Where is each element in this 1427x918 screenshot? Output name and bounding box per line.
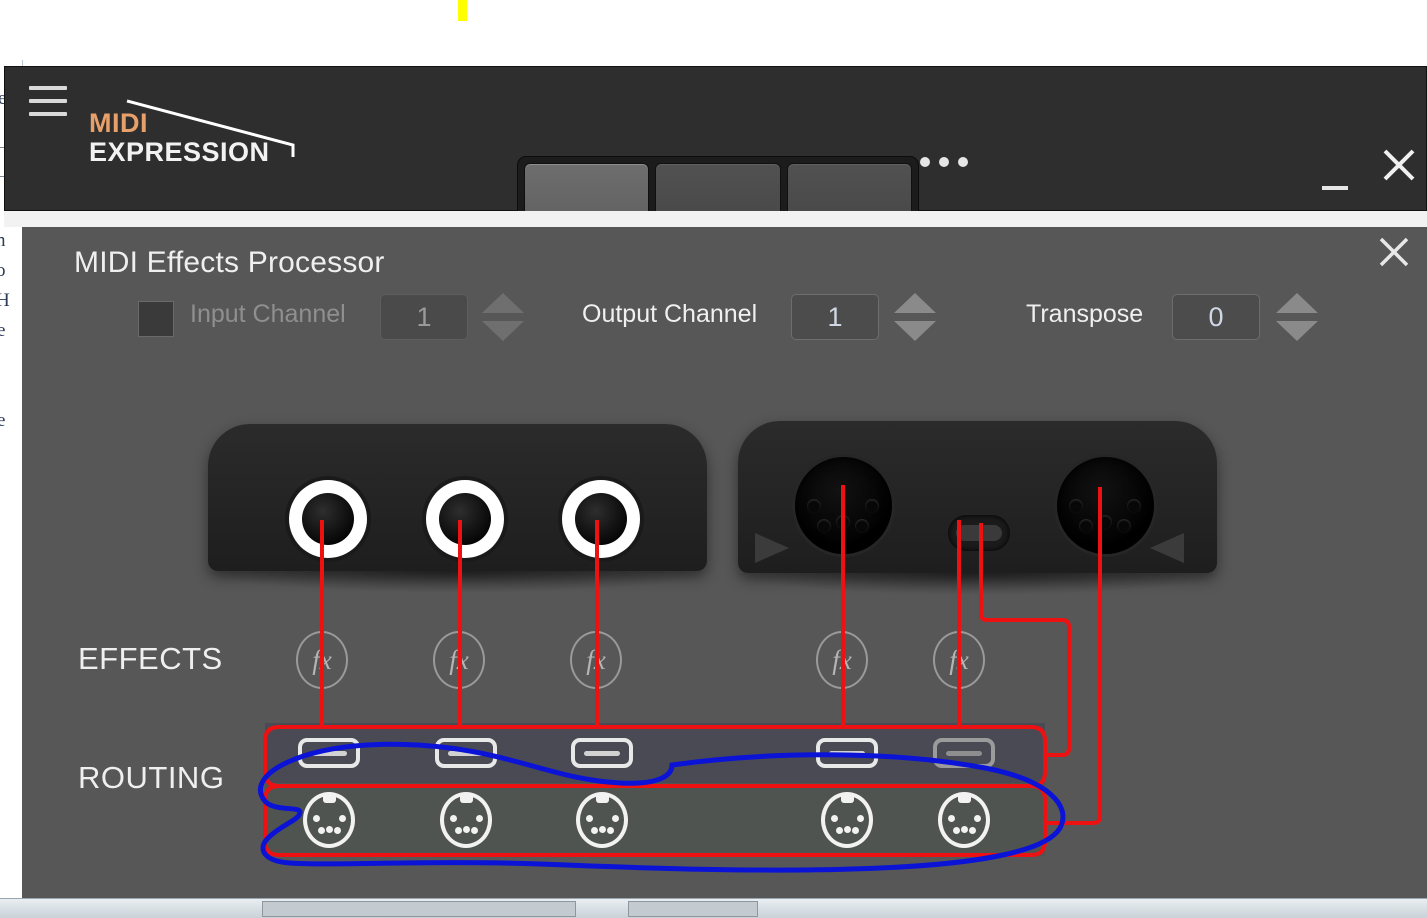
routing-usb-5[interactable] (933, 738, 995, 768)
input-channel-label: Input Channel (190, 300, 346, 328)
output-channel-stepper[interactable] (894, 293, 938, 341)
input-channel-stepper[interactable] (482, 293, 526, 341)
bg-fragment: o (0, 260, 6, 281)
effects-row-label: EFFECTS (78, 641, 223, 676)
input-channel-value[interactable]: 1 (380, 294, 468, 340)
trs-port-1[interactable] (289, 480, 367, 558)
trs-jack-device (200, 418, 715, 593)
app-logo: MIDI EXPRESSION (89, 99, 299, 179)
output-channel-label: Output Channel (582, 300, 758, 328)
fx-button-1[interactable]: fx (296, 631, 348, 689)
routing-usb-4[interactable] (816, 738, 878, 768)
routing-din-3[interactable] (576, 792, 628, 848)
bg-fragment: n (0, 230, 6, 251)
bg-fragment: e (0, 320, 6, 341)
logo-swoosh-icon (126, 99, 295, 157)
trs-port-2[interactable] (426, 480, 504, 558)
transpose-value[interactable]: 0 (1172, 294, 1260, 340)
routing-din-4[interactable] (821, 792, 873, 848)
device-shadow (200, 571, 715, 593)
routing-din-row (265, 783, 1045, 856)
ellipsis-icon[interactable] (920, 154, 972, 170)
trs-port-3[interactable] (562, 480, 640, 558)
routing-din-2[interactable] (440, 792, 492, 848)
din-out-arrow-icon (1150, 533, 1184, 563)
usb-c-port[interactable] (948, 515, 1010, 551)
panel-close-x-glyph (1379, 237, 1409, 267)
routing-row-label: ROUTING (78, 760, 225, 795)
din-port-out[interactable] (1057, 457, 1154, 554)
routing-usb-1[interactable] (298, 738, 360, 768)
yellow-marker-annotation (458, 0, 467, 21)
routing-din-5[interactable] (938, 792, 990, 848)
channel-controls-row: Input Channel 1 Output Channel 1 Transpo… (74, 293, 1354, 346)
transpose-label: Transpose (1026, 300, 1144, 328)
screen-root: e n o H e e w ). MIDI EXPRESSION (0, 0, 1427, 918)
taskbar-button[interactable] (628, 901, 758, 917)
window-divider (4, 211, 1427, 227)
midi-din-device (730, 415, 1225, 595)
routing-usb-3[interactable] (571, 738, 633, 768)
fx-button-3[interactable]: fx (570, 631, 622, 689)
output-channel-value[interactable]: 1 (791, 294, 879, 340)
bg-fragment: H (0, 290, 10, 311)
fx-button-4[interactable]: fx (816, 631, 868, 689)
fx-button-5[interactable]: fx (933, 631, 985, 689)
hamburger-icon[interactable] (29, 86, 67, 120)
din-port-in[interactable] (795, 457, 892, 554)
close-x-glyph (1383, 149, 1415, 181)
routing-din-1[interactable] (303, 792, 355, 848)
input-channel-checkbox[interactable] (138, 301, 174, 337)
minimize-icon[interactable] (1316, 162, 1356, 202)
close-icon[interactable] (1377, 143, 1421, 187)
app-window-titlebar: MIDI EXPRESSION (4, 66, 1427, 253)
fx-button-2[interactable]: fx (433, 631, 485, 689)
routing-usb-2[interactable] (435, 738, 497, 768)
panel-close-icon[interactable] (1373, 231, 1415, 273)
bg-fragment: e (0, 410, 6, 431)
transpose-stepper[interactable] (1276, 293, 1320, 341)
device-shadow (730, 573, 1225, 595)
din-in-arrow-icon (755, 533, 789, 563)
page-title: MIDI Effects Processor (74, 246, 385, 279)
routing-usb-row (265, 723, 1045, 783)
taskbar-button[interactable] (262, 901, 576, 917)
